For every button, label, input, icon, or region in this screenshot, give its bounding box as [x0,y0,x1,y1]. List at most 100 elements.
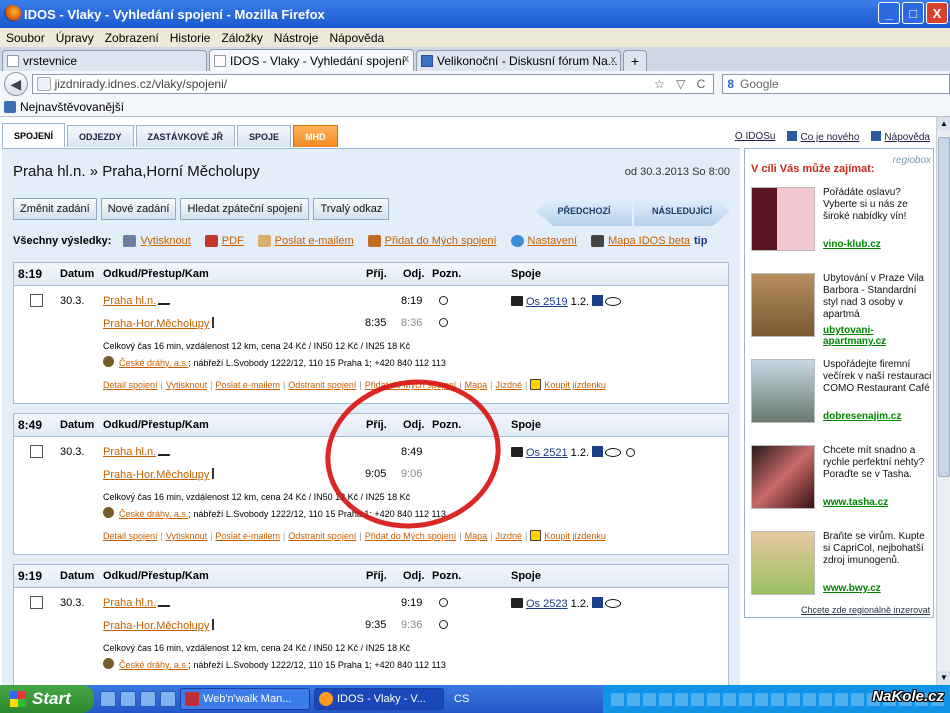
new-query-button[interactable]: Nové zadání [100,198,177,220]
tray-icon[interactable] [739,692,752,706]
link-o-idosu[interactable]: O IDOSu [735,131,776,143]
close-tab-icon[interactable]: x [404,53,410,65]
menu-zalozky[interactable]: Záložky [221,31,262,45]
select-checkbox[interactable] [30,596,43,609]
settings-action[interactable]: Nastavení [510,235,578,247]
search-bar[interactable]: 8 Google [722,74,950,94]
next-button[interactable]: NÁSLEDUJÍCÍ [634,196,730,226]
pdf-action[interactable]: PDF [204,235,244,247]
print-action[interactable]: Vytisknout [123,235,191,247]
ad-item[interactable]: Ubytování v Praze Vila Barbora - Standar… [751,273,931,353]
buy-ticket-link[interactable]: Koupit jízdenku [544,531,606,541]
bookmark-most-visited[interactable]: Nejnavštěvovanější [20,100,124,114]
previous-button[interactable]: PŘEDCHOZÍ [536,196,632,226]
scroll-thumb[interactable] [938,137,950,477]
carrier-link[interactable]: České dráhy, a.s. [119,660,188,670]
menu-napoveda[interactable]: Nápověda [329,31,384,45]
from-station-link[interactable]: Praha hl.n. [103,446,156,458]
menu-historie[interactable]: Historie [170,31,211,45]
from-station-link[interactable]: Praha hl.n. [103,597,156,609]
detail-link[interactable]: Detail spojení [103,531,158,541]
tray-icon[interactable] [643,692,656,706]
browser-tab-idos[interactable]: IDOS - Vlaky - Vyhledání spojení x [209,49,414,71]
settings-link[interactable]: Nastavení [528,235,578,247]
fare-link[interactable]: Jízdné [495,380,522,390]
menu-zobrazeni[interactable]: Zobrazení [105,31,159,45]
tab-mhd[interactable]: MHD [293,125,338,147]
close-button[interactable]: X [926,2,948,24]
ad-item[interactable]: Uspořádejte firemní večírek v naší resta… [751,359,931,439]
detail-link[interactable]: Detail spojení [103,380,158,390]
quick-launch-icon[interactable] [140,691,156,707]
tray-icon[interactable] [723,692,736,706]
ad-url[interactable]: vino-klub.cz [823,239,881,250]
train-number-link[interactable]: Os 2523 [526,598,568,610]
site-identity-icon[interactable] [36,77,51,91]
language-indicator[interactable]: CS [454,693,469,705]
train-number-link[interactable]: Os 2519 [526,296,568,308]
back-button[interactable]: ◀ [4,72,28,96]
return-search-button[interactable]: Hledat zpáteční spojení [180,198,310,220]
tray-icon[interactable] [707,692,720,706]
quick-launch-icon[interactable] [100,691,116,707]
close-tab-icon[interactable]: x [611,54,617,66]
ad-url[interactable]: www.tasha.cz [823,497,888,508]
select-checkbox[interactable] [30,445,43,458]
from-station-link[interactable]: Praha hl.n. [103,295,156,307]
tray-icon[interactable] [803,692,816,706]
page-scrollbar[interactable]: ▲ ▼ [936,117,950,685]
tray-icon[interactable] [691,692,704,706]
browser-tab-forum[interactable]: Velikonoční - Diskusní fórum Na... x [416,50,621,71]
tab-spoje[interactable]: SPOJE [237,125,292,147]
print-link[interactable]: Vytisknout [140,235,190,247]
tab-odjezdy[interactable]: ODJEZDY [67,125,134,147]
taskbar-item-webnwalk[interactable]: Web'n'walk Man... [180,688,310,710]
tray-icon[interactable] [819,692,832,706]
carrier-link[interactable]: České dráhy, a.s. [119,509,188,519]
menu-upravy[interactable]: Úpravy [56,31,94,45]
link-napoveda[interactable]: Nápověda [871,131,930,143]
remove-link[interactable]: Odstranit spojení [288,380,356,390]
map-link[interactable]: Mapa [465,380,488,390]
taskbar-item-firefox[interactable]: IDOS - Vlaky - V... [314,688,444,710]
new-tab-button[interactable]: + [623,50,647,71]
ad-url[interactable]: dobresenajim.cz [823,411,901,422]
ad-item[interactable]: Chcete mít snadno a rychle perfektní neh… [751,445,931,525]
url-bar-icons[interactable]: ☆ ▽ C [654,77,709,91]
ad-image[interactable] [751,273,815,337]
tray-icon[interactable] [659,692,672,706]
train-number-link[interactable]: Os 2521 [526,447,568,459]
url-bar[interactable]: jizdnirady.idnes.cz/vlaky/spojeni/ ☆ ▽ C [31,74,715,94]
tray-icon[interactable] [851,692,864,706]
buy-ticket-link[interactable]: Koupit jízdenku [544,380,606,390]
map-action[interactable]: Mapa IDOS beta [591,235,690,247]
tray-icon[interactable] [787,692,800,706]
change-query-button[interactable]: Změnit zadání [13,198,97,220]
to-station-link[interactable]: Praha-Hor.Měcholupy [103,620,209,632]
carrier-link[interactable]: České dráhy, a.s. [119,358,188,368]
ad-image[interactable] [751,531,815,595]
tray-icon[interactable] [627,692,640,706]
ad-item[interactable]: Braňte se virům. Kupte si CapriCol, nejb… [751,531,931,611]
ad-image[interactable] [751,445,815,509]
tray-icon[interactable] [835,692,848,706]
quick-launch-icon[interactable] [120,691,136,707]
start-button[interactable]: Start [0,685,94,713]
select-checkbox[interactable] [30,294,43,307]
add-to-my-action[interactable]: Přidat do Mých spojení [367,235,497,247]
email-link[interactable]: Poslat e-mailem [215,380,280,390]
email-link[interactable]: Poslat e-mailem [275,235,354,247]
scroll-up-icon[interactable]: ▲ [937,117,950,131]
advertise-link[interactable]: Chcete zde regionálně inzerovat [801,605,930,615]
tray-icon[interactable] [611,692,624,706]
tab-zastavkove-jr[interactable]: ZASTÁVKOVÉ JŘ [135,125,236,147]
map-link[interactable]: Mapa [465,531,488,541]
tray-icon[interactable] [675,692,688,706]
fare-link[interactable]: Jízdné [495,531,522,541]
tray-icon[interactable] [755,692,768,706]
minimize-button[interactable]: _ [878,2,900,24]
permalink-button[interactable]: Trvalý odkaz [313,198,390,220]
menu-nastroje[interactable]: Nástroje [274,31,319,45]
print-link[interactable]: Vytisknout [166,380,207,390]
tray-icon[interactable] [771,692,784,706]
